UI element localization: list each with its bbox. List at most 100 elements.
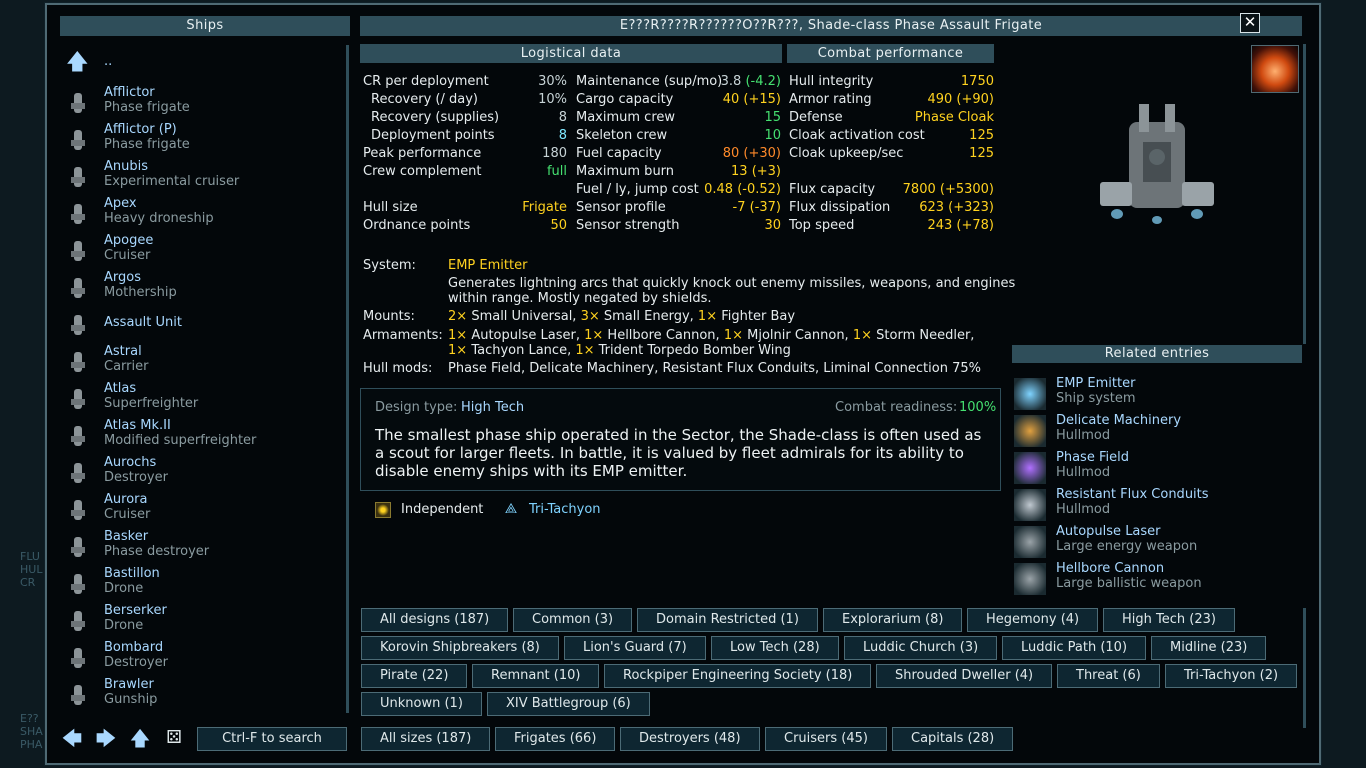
ship-list-item[interactable]: Basker Phase destroyer [60,528,340,565]
background-text: HUL [20,563,43,576]
ship-list-item[interactable]: Afflictor Phase frigate [60,84,340,121]
related-entry[interactable]: Autopulse Laser Large energy weapon [1012,524,1302,561]
item-name: Fighter Bay [721,309,796,324]
filter-button[interactable]: Threat (6) [1057,664,1160,688]
related-entry-name: Hellbore Cannon [1056,561,1165,576]
stat-value-base: 3.8 [720,74,742,89]
ship-list[interactable]: Afflictor Phase frigate Afflictor (P) Phase… [60,42,346,714]
ship-list-item[interactable]: Berserker Drone [60,602,340,639]
size-filter-button[interactable]: Cruisers (45) [765,727,887,751]
size-filter-button[interactable]: Frigates (66) [495,727,616,751]
ship-name: Assault Unit [104,315,182,330]
ships-header: Ships [60,16,350,36]
dice-icon[interactable]: ⚄ [161,727,187,751]
ship-type: Phase frigate [104,137,190,152]
ship-type: Phase frigate [104,100,190,115]
filter-button[interactable]: XIV Battlegroup (6) [487,692,650,716]
related-entry[interactable]: Resistant Flux Conduits Hullmod [1012,487,1302,524]
size-filter-button[interactable]: Destroyers (48) [620,727,760,751]
item-name: Hellbore Cannon, [607,328,720,343]
ship-list-item[interactable]: Afflictor (P) Phase frigate [60,121,340,158]
armaments-list: 1× Autopulse Laser, 1× Hellbore Cannon, … [448,328,974,343]
stat-value: 10% [538,92,567,107]
armaments-list: 1× Tachyon Lance, 1× Trident Torpedo Bom… [448,343,791,358]
filter-scrollbar[interactable] [1303,608,1306,728]
ship-list-item[interactable]: Atlas Mk.II Modified superfreighter [60,417,340,454]
ship-list-scrollbar[interactable] [346,45,349,713]
filter-button[interactable]: Common (3) [513,608,633,632]
system-name: EMP Emitter [448,258,528,273]
ship-list-item[interactable]: Aurochs Destroyer [60,454,340,491]
stat-value-bonus: (-4.2) [745,74,781,89]
close-button[interactable]: ✕ [1240,13,1260,33]
related-entry[interactable]: Phase Field Hullmod [1012,450,1302,487]
size-filter-button[interactable]: Capitals (28) [892,727,1014,751]
filter-button[interactable]: Luddic Church (3) [844,636,998,660]
stat-value: -7 (-37) [660,200,782,215]
ship-name: Basker [104,529,149,544]
ship-type: Modified superfreighter [104,433,257,448]
search-button[interactable]: Ctrl-F to search [197,727,347,751]
item-name: Small Universal, [471,309,577,324]
ship-list-item[interactable]: Atlas Superfreighter [60,380,340,417]
filter-button[interactable]: Domain Restricted (1) [637,608,818,632]
filter-button[interactable]: Low Tech (28) [711,636,839,660]
filter-button[interactable]: All designs (187) [361,608,509,632]
ship-list-item[interactable]: Argos Mothership [60,269,340,306]
ship-list-item[interactable]: Bombard Destroyer [60,639,340,676]
filter-button[interactable]: Unknown (1) [361,692,482,716]
ship-list-item[interactable]: Brawler Gunship [60,676,340,713]
ship-icon [66,312,90,338]
stat-label: Recovery (/ day) [371,92,478,107]
ship-icon [66,423,90,449]
filter-button[interactable]: Luddic Path (10) [1002,636,1147,660]
ship-list-item[interactable]: Assault Unit [60,306,340,343]
ship-list-item[interactable]: Astral Carrier [60,343,340,380]
up-arrow-icon[interactable]: 🡅 [127,727,153,751]
item-name: Autopulse Laser, [471,328,580,343]
ship-list-item[interactable]: Apogee Cruiser [60,232,340,269]
item-name: Storm Needler, [876,328,975,343]
ship-icon [66,164,90,190]
faction-tri-tachyon[interactable]: Tri-Tachyon [529,502,601,517]
filter-button[interactable]: Shrouded Dweller (4) [876,664,1053,688]
design-type-label: Design type: [375,400,458,415]
stat-label: Hull integrity [789,74,874,89]
filter-button[interactable]: Rockpiper Engineering Society (18) [604,664,872,688]
filter-button[interactable]: Pirate (22) [361,664,468,688]
stat-label: Sensor profile [576,200,666,215]
ship-sprite [1100,104,1214,224]
ship-list-item[interactable]: Apex Heavy droneship [60,195,340,232]
filter-button[interactable]: Explorarium (8) [823,608,963,632]
ship-list-item[interactable]: Bastillon Drone [60,565,340,602]
design-type-value: High Tech [461,400,525,415]
related-entry-icon [1014,563,1046,595]
detail-scrollbar[interactable] [1303,44,1306,344]
ship-icon [66,571,90,597]
ship-name: Brawler [104,677,154,692]
ship-name: Argos [104,270,141,285]
related-entry[interactable]: Hellbore Cannon Large ballistic weapon [1012,561,1302,598]
ship-type: Experimental cruiser [104,174,240,189]
ship-list-item[interactable]: Aurora Cruiser [60,491,340,528]
related-entry[interactable]: Delicate Machinery Hullmod [1012,413,1302,450]
filter-button[interactable]: Remnant (10) [472,664,600,688]
filter-button[interactable]: Tri-Tachyon (2) [1165,664,1298,688]
size-filter-button[interactable]: All sizes (187) [361,727,491,751]
faction-independent[interactable]: Independent [401,502,483,517]
filter-button[interactable]: High Tech (23) [1103,608,1235,632]
stat-value-base: 80 [722,146,740,161]
ship-list-item[interactable]: Anubis Experimental cruiser [60,158,340,195]
filter-button[interactable]: Korovin Shipbreakers (8) [361,636,559,660]
filter-button[interactable]: Hegemony (4) [967,608,1099,632]
back-arrow-icon[interactable]: 🡄 [59,727,85,751]
item-name: Trident Torpedo Bomber Wing [598,343,791,358]
related-entry[interactable]: EMP Emitter Ship system [1012,376,1302,413]
filter-button[interactable]: Midline (23) [1151,636,1267,660]
filter-button[interactable]: Lion's Guard (7) [564,636,706,660]
system-desc: within range. Mostly negated by shields. [448,291,712,306]
related-entry-icon [1014,489,1046,521]
stat-value-bonus: (-0.52) [737,182,781,197]
ship-type: Drone [104,581,144,596]
forward-arrow-icon[interactable]: 🡆 [93,727,119,751]
